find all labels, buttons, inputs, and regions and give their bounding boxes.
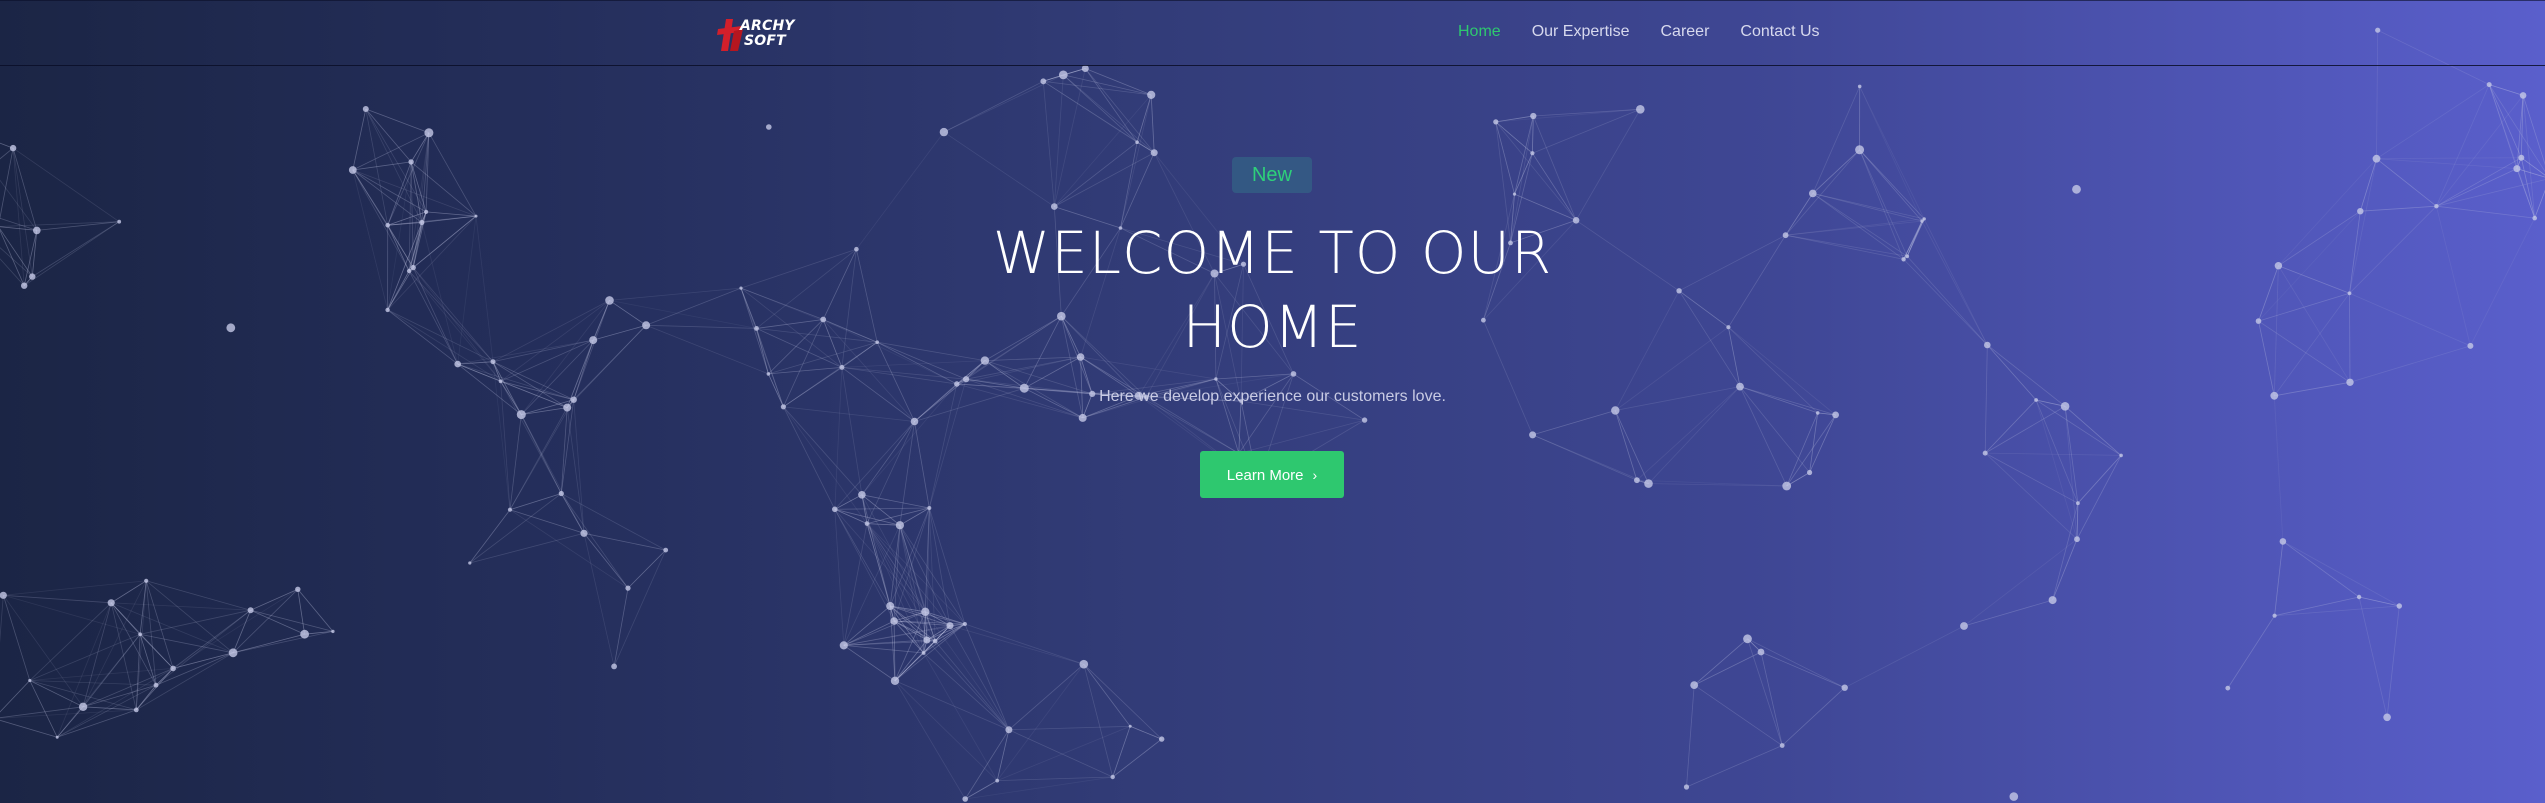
learn-more-button[interactable]: Learn More › (1200, 451, 1344, 498)
hero-subtitle: Here we develop experience our customers… (1099, 388, 1446, 405)
page: ARCHY SOFT Home Our Expertise Career Con… (0, 0, 2545, 803)
new-badge: New (1232, 157, 1312, 193)
hero-title-line-1: WELCOME TO OUR (992, 219, 1553, 287)
learn-more-label: Learn More (1226, 467, 1304, 484)
hero-title: WELCOME TO OUR HOME (0, 216, 2545, 364)
hero-section: New WELCOME TO OUR HOME Here we develop … (0, 0, 2545, 803)
hero-title-line-2: HOME (1182, 293, 1363, 361)
chevron-right-icon: › (1312, 467, 1318, 483)
